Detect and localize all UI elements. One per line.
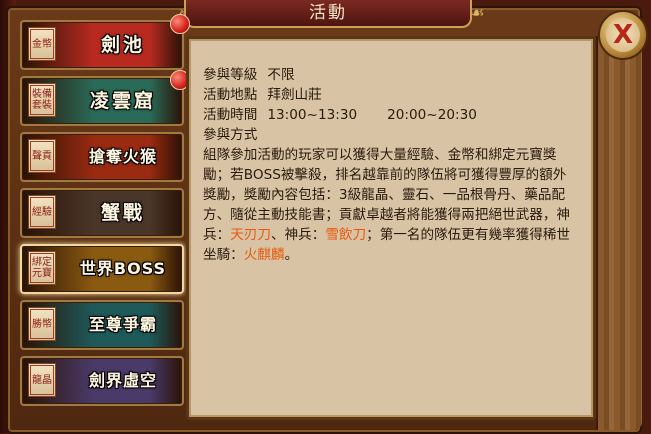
mount-name: 火麒麟 — [243, 247, 285, 263]
wood-panel-right — [596, 36, 642, 430]
sidebar-item-supreme-battle[interactable]: 勝幣 至尊爭霸 — [20, 300, 184, 350]
reward-badge-icon: 裝備套裝 — [28, 83, 56, 117]
reward-badge-icon: 勝幣 — [28, 307, 56, 341]
activity-details: 參與等級 不限 活動地點 拜劍山莊 活動時間 13:00~13:30 20:00~20:… — [203, 65, 577, 265]
sidebar-item-lingyunku[interactable]: 裝備套裝 凌雲窟 — [20, 70, 190, 126]
reward-badge-icon: 龍晶 — [28, 363, 56, 397]
time-value-2: 20:00~20:30 — [387, 107, 477, 123]
location-label: 活動地點 — [203, 87, 258, 103]
close-button[interactable]: X — [598, 10, 648, 60]
sidebar-item-sword-void[interactable]: 龍晶 劍界虛空 — [20, 356, 184, 406]
activity-description: 組隊參加活動的玩家可以獲得大量經驗、金幣和綁定元寶獎勵；若BOSS被擊殺，排名越… — [203, 147, 571, 263]
time-row: 活動時間 13:00~13:30 20:00~20:30 — [203, 105, 577, 125]
reward-badge-icon: 經驗 — [28, 195, 56, 229]
weapon-name: 雪飲刀 — [325, 227, 367, 243]
sidebar-item-label: 凌雲窟 — [89, 90, 156, 112]
sidebar-item-label: 搶奪火猴 — [88, 147, 157, 166]
level-value: 不限 — [267, 67, 295, 83]
sidebar-item-world-boss[interactable]: 綁定元寶 世界BOSS — [20, 244, 184, 294]
title-ornament-right-icon: ☙ — [470, 3, 485, 22]
location-value: 拜劍山莊 — [267, 87, 322, 103]
sidebar-item-jianchi[interactable]: 金幣 劍池 — [20, 14, 190, 70]
activity-sidebar: 金幣 劍池 裝備套裝 凌雲窟 聲貢 搶奪火猴 經驗 蟹戰 綁定元寶 世界BOSS… — [14, 14, 190, 412]
sidebar-item-label: 至尊爭霸 — [88, 315, 157, 334]
time-value-1: 13:00~13:30 — [267, 107, 358, 123]
weapon-name: 天刃刀 — [230, 227, 271, 243]
close-icon: X — [606, 18, 640, 52]
notification-dot-icon — [170, 14, 190, 34]
sidebar-item-label: 劍池 — [100, 34, 145, 56]
reward-badge-icon: 聲貢 — [28, 139, 56, 173]
level-label: 參與等級 — [203, 67, 258, 83]
activity-details-panel: 參與等級 不限 活動地點 拜劍山莊 活動時間 13:00~13:30 20:00~20:… — [186, 36, 596, 420]
window-title: 活動 — [184, 0, 472, 28]
location-row: 活動地點 拜劍山莊 — [203, 85, 577, 105]
sidebar-item-label: 世界BOSS — [79, 259, 167, 278]
sidebar-item-crab-war[interactable]: 經驗 蟹戰 — [20, 188, 184, 238]
reward-badge-icon: 金幣 — [28, 27, 56, 61]
sidebar-item-label: 蟹戰 — [100, 202, 145, 224]
sidebar-item-label: 劍界虛空 — [88, 371, 157, 390]
method-label: 參與方式 — [203, 127, 258, 143]
level-row: 參與等級 不限 — [203, 65, 577, 85]
time-label: 活動時間 — [203, 107, 258, 123]
sidebar-item-fire-monkey[interactable]: 聲貢 搶奪火猴 — [20, 132, 184, 182]
reward-badge-icon: 綁定元寶 — [28, 251, 56, 285]
